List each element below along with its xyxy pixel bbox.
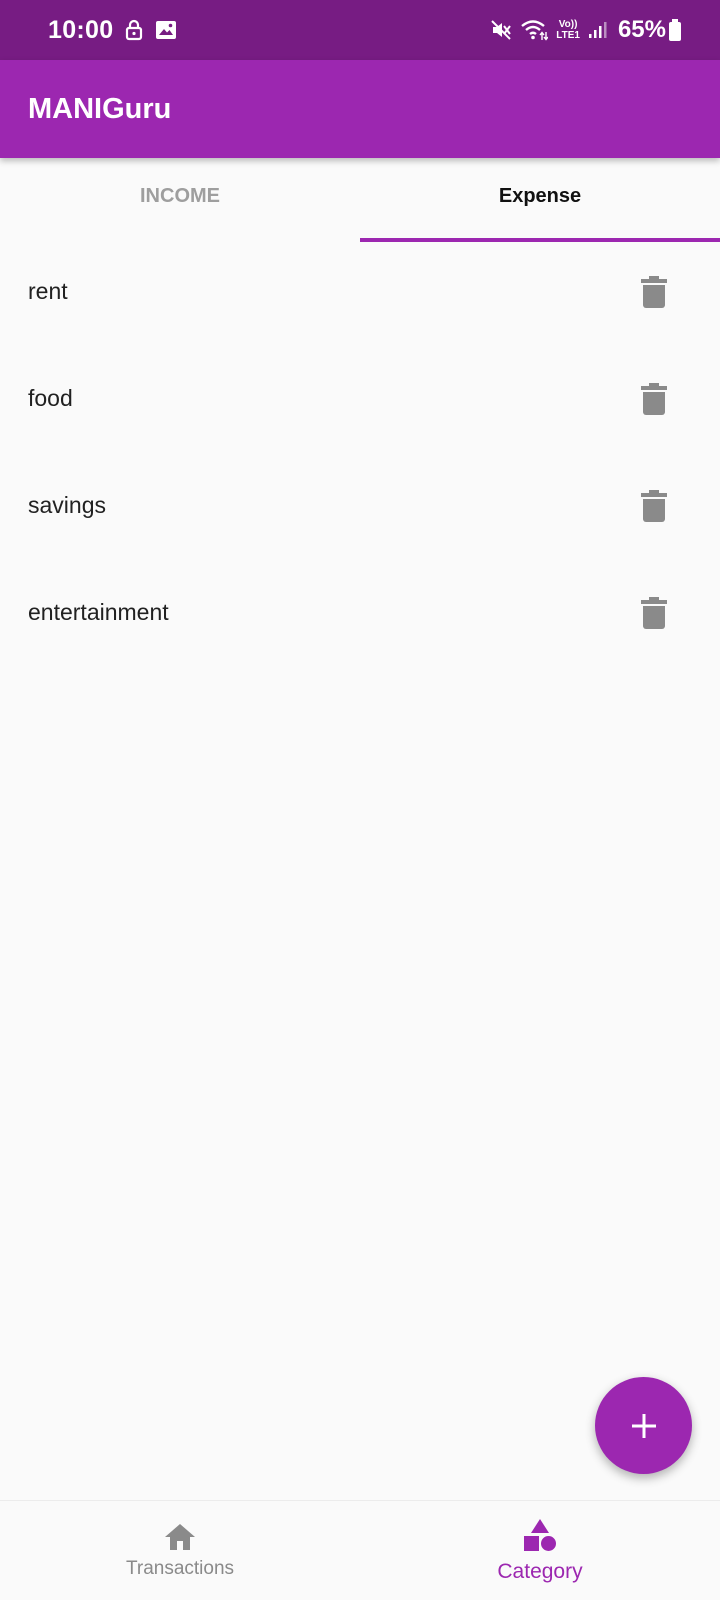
category-item-entertainment[interactable]: entertainment bbox=[0, 559, 720, 666]
category-label: food bbox=[28, 385, 73, 411]
category-label: rent bbox=[28, 278, 68, 304]
tab-expense[interactable]: Expense bbox=[360, 158, 720, 242]
category-label: savings bbox=[28, 492, 106, 518]
category-label: entertainment bbox=[28, 599, 169, 625]
image-icon bbox=[155, 20, 177, 40]
category-item-food[interactable]: food bbox=[0, 345, 720, 452]
tab-income-label: INCOME bbox=[140, 184, 220, 207]
bottom-navigation: Transactions Category bbox=[0, 1500, 720, 1600]
battery-percentage: 65% bbox=[617, 16, 666, 43]
nav-category[interactable]: Category bbox=[360, 1501, 720, 1600]
status-left: 10:00 bbox=[48, 16, 177, 45]
app-title: MANIGuru bbox=[28, 92, 172, 125]
tab-bar: INCOME Expense bbox=[0, 158, 720, 242]
nav-transactions[interactable]: Transactions bbox=[0, 1501, 360, 1600]
add-category-button[interactable] bbox=[595, 1377, 692, 1474]
status-time: 10:00 bbox=[48, 15, 114, 44]
category-item-rent[interactable]: rent bbox=[0, 238, 720, 345]
tab-income[interactable]: INCOME bbox=[0, 158, 360, 242]
plus-icon bbox=[631, 1413, 656, 1438]
category-shapes-icon bbox=[524, 1518, 556, 1551]
nav-transactions-label: Transactions bbox=[125, 1557, 235, 1579]
category-list: rent food savings entertainment bbox=[0, 238, 720, 666]
delete-icon[interactable] bbox=[638, 488, 670, 524]
delete-icon[interactable] bbox=[638, 274, 670, 310]
home-icon bbox=[165, 1523, 195, 1550]
lte-indicator: Vo)) LTE1 bbox=[556, 19, 580, 41]
delete-icon[interactable] bbox=[638, 381, 670, 417]
category-item-savings[interactable]: savings bbox=[0, 452, 720, 559]
battery-icon bbox=[668, 18, 682, 42]
lte-label-bottom: LTE1 bbox=[556, 30, 580, 41]
lock-icon bbox=[125, 19, 143, 41]
mute-icon bbox=[490, 19, 512, 41]
wifi-icon bbox=[520, 19, 549, 41]
app-bar: MANIGuru bbox=[0, 60, 720, 158]
delete-icon[interactable] bbox=[638, 595, 670, 631]
signal-icon bbox=[588, 20, 608, 40]
status-right: Vo)) LTE1 65% bbox=[482, 16, 682, 44]
tab-expense-label: Expense bbox=[498, 184, 582, 207]
nav-category-label: Category bbox=[497, 1559, 583, 1583]
status-bar: 10:00 Vo)) LTE1 65% bbox=[0, 0, 720, 60]
lte-label-top: Vo)) bbox=[558, 19, 578, 30]
